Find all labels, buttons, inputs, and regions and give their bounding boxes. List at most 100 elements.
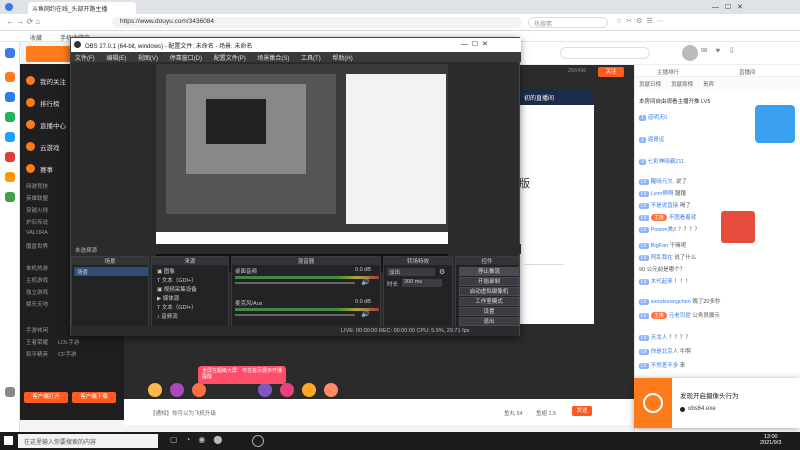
transition-select[interactable]: 淡出 — [387, 268, 435, 276]
obs-menu-scenes[interactable]: 场景集合(S) — [257, 56, 289, 62]
volume-slider[interactable] — [235, 282, 355, 284]
download-client-button[interactable]: 客户端下载 — [72, 392, 116, 403]
category-link[interactable]: 独立游戏 — [26, 288, 48, 296]
gift-icon[interactable] — [192, 383, 206, 397]
rail-app-icon[interactable] — [5, 112, 15, 122]
source-item[interactable]: ♪ 音频流 — [154, 312, 228, 320]
source-item[interactable]: ▣ 图像 — [154, 267, 228, 275]
chat-user[interactable]: 90 公元前是哪个 — [639, 267, 680, 273]
tab-anchor-rank[interactable]: 主播排行 — [657, 68, 679, 76]
follow-button[interactable]: 关注 — [598, 67, 624, 77]
top-user-name[interactable]: 七彩神晓霸211 — [648, 159, 684, 165]
obs-window[interactable]: OBS 27.0.1 (64-bit, windows) - 配置文件: 未命名… — [70, 37, 521, 336]
rail-app-icon[interactable] — [5, 192, 15, 202]
chat-user[interactable]: 不是说直接 — [651, 203, 679, 209]
obs-taskbar-icon[interactable] — [252, 435, 264, 447]
stop-streaming-button[interactable]: 停止推流 — [459, 267, 519, 276]
promo-banner[interactable] — [755, 105, 795, 143]
start-recording-button[interactable]: 开始录制 — [459, 277, 519, 286]
rail-app-icon[interactable] — [5, 72, 15, 82]
camera-toast[interactable]: 发现开启摄像头行为 obs64.exe — [634, 378, 800, 428]
browser-toolbar-icons[interactable]: ☆✂⚙☰⋯ — [616, 17, 786, 27]
duration-input[interactable]: 300 ms — [402, 279, 442, 287]
source-item[interactable]: T 文本（GDI+） — [154, 276, 228, 284]
chat-user[interactable]: woodseangchen — [651, 299, 691, 305]
chat-user[interactable]: 元老司提 — [669, 313, 691, 319]
category-link[interactable]: CF手游 — [58, 350, 76, 358]
gift-icon[interactable] — [148, 383, 162, 397]
chat-user[interactable]: Poison美Z — [651, 227, 677, 233]
obs-titlebar[interactable]: OBS 27.0.1 (64-bit, windows) - 配置文件: 未命名… — [71, 38, 521, 52]
taskbar-apps[interactable]: ▢◔◉⬤ — [170, 435, 250, 447]
chat-user[interactable]: 不图看着就 — [669, 215, 697, 221]
category-link[interactable]: 主机游戏 — [26, 276, 48, 284]
avatar[interactable] — [682, 45, 698, 61]
category-link[interactable]: 英雄联盟 — [26, 194, 48, 202]
source-item[interactable]: ▶ 媒体源 — [154, 294, 228, 302]
category-link[interactable]: 穿越火线 — [26, 206, 48, 214]
bookmark-item[interactable]: 收藏 — [30, 33, 42, 42]
rail-app-icon[interactable] — [5, 152, 15, 162]
tab-daily[interactable]: 贡献日榜 — [639, 80, 661, 88]
scene-item[interactable]: 场景 — [74, 267, 148, 276]
open-client-button[interactable]: 客户端打开 — [24, 392, 68, 403]
chat-user[interactable]: 醒晓元欠. — [651, 179, 675, 185]
settings-button[interactable]: 设置 — [459, 307, 519, 316]
send-gift-button[interactable]: 发送 — [572, 406, 592, 416]
url-field[interactable]: https://www.douyu.com/3436084 — [112, 17, 522, 28]
gift-icon[interactable] — [170, 383, 184, 397]
obs-preview[interactable] — [156, 64, 448, 272]
gift-icon[interactable] — [280, 383, 294, 397]
promo-tooltip[interactable]: 全屏在超级大屏：可在首页展示开播提醒 — [198, 366, 286, 384]
rail-app-icon[interactable] — [5, 48, 15, 58]
tab-live-room[interactable]: 直播间 — [739, 68, 756, 76]
chat-user[interactable]: 你是北京人 — [651, 349, 679, 355]
exit-button[interactable]: 退出 — [459, 317, 519, 326]
obs-window-controls[interactable]: — ☐ ✕ — [461, 40, 488, 48]
chat-user[interactable]: 不然差不多 — [651, 363, 679, 369]
source-item[interactable]: T 文本（GDI+） — [154, 303, 228, 311]
speaker-icon[interactable]: 🔊 — [361, 310, 370, 318]
gift-icons-row[interactable] — [148, 383, 408, 397]
studio-mode-button[interactable]: 工作室模式 — [459, 297, 519, 306]
taskbar-clock[interactable]: 13:00 2021/9/3 — [760, 434, 781, 446]
category-link[interactable]: VALORA — [26, 230, 48, 236]
red-envelope-icon[interactable] — [721, 211, 755, 243]
chat-user[interactable]: BigFan — [651, 243, 668, 249]
obs-menu-edit[interactable]: 编辑(E) — [106, 56, 126, 62]
chat-user[interactable]: 木代起来 — [651, 279, 673, 285]
rail-app-icon[interactable] — [5, 132, 15, 142]
category-link[interactable]: 和平精英 — [26, 350, 48, 358]
browser-tab[interactable]: 斗鱼网约在线_头部开路主播 — [28, 2, 136, 14]
obs-menu-profile[interactable]: 配置文件(P) — [214, 56, 246, 62]
rail-add-icon[interactable] — [5, 387, 15, 397]
obs-menu-view[interactable]: 视图(V) — [138, 56, 158, 62]
rail-app-icon[interactable] — [5, 172, 15, 182]
volume-slider[interactable] — [235, 314, 355, 316]
browser-search-input[interactable]: 热搜素 — [528, 17, 608, 28]
gift-icon[interactable] — [324, 383, 338, 397]
obs-menu-docks[interactable]: 停靠窗口(D) — [170, 56, 202, 62]
rail-app-icon[interactable] — [5, 92, 15, 102]
tab-vip[interactable]: 贵宾 — [703, 80, 714, 88]
gear-icon[interactable]: ⚙ — [439, 268, 445, 276]
gift-icon[interactable] — [258, 383, 272, 397]
chat-user[interactable]: Lynn啊啊 — [651, 191, 674, 197]
window-controls[interactable]: — ☐ ✕ — [712, 3, 743, 11]
category-link[interactable]: 王者荣耀 — [26, 338, 48, 346]
chat-user[interactable]: 阿乱我在 — [651, 255, 673, 261]
obs-menu-file[interactable]: 文件(F) — [75, 56, 95, 62]
nav-arrows-icon[interactable]: ← → ⟳ ⌂ — [6, 17, 40, 26]
taskbar-search-input[interactable]: 在这里输入你要搜索的内容 — [18, 434, 158, 448]
obs-menu-tools[interactable]: 工具(T) — [301, 56, 321, 62]
category-link[interactable]: 炉石传说 — [26, 218, 48, 226]
virtual-camera-button[interactable]: 启动虚拟摄像机 — [459, 287, 519, 296]
tab-weekly[interactable]: 贡献周榜 — [671, 80, 693, 88]
obs-menu-help[interactable]: 帮助(H) — [332, 56, 352, 62]
windows-start-icon[interactable] — [4, 436, 13, 445]
speaker-icon[interactable]: 🔊 — [361, 278, 370, 286]
douyu-search-input[interactable] — [560, 47, 650, 59]
category-link[interactable]: 魔兽世界 — [26, 242, 48, 250]
chat-user[interactable]: 天龙人 — [651, 335, 668, 341]
category-link[interactable]: 娱乐天地 — [26, 300, 48, 308]
